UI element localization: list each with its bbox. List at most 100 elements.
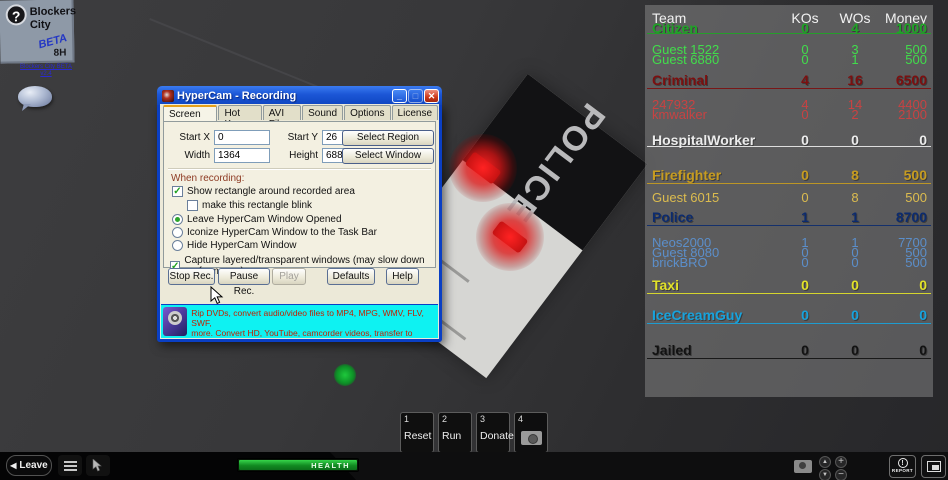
radio-icon xyxy=(172,240,183,251)
kos-cell: 0 xyxy=(788,307,822,323)
team-underline xyxy=(647,146,931,147)
defaults-button[interactable]: Defaults xyxy=(327,268,375,285)
wos-cell: 2 xyxy=(838,107,872,122)
tab-hot-keys[interactable]: Hot Keys xyxy=(218,105,261,120)
video-converter-icon xyxy=(163,307,187,336)
blockers-city-sign: ? Blockers City BETA 8H xyxy=(0,0,75,64)
leave-open-radio[interactable]: Leave HyperCam Window Opened xyxy=(172,214,342,225)
leaderboard-team-row: IceCreamGuy000 xyxy=(645,307,933,321)
hide-window-label: Hide HyperCam Window xyxy=(187,240,296,251)
team-underline xyxy=(647,358,931,359)
wos-cell: 0 xyxy=(838,255,872,270)
help-button[interactable]: Help xyxy=(386,268,419,285)
slot-label: Donate xyxy=(480,430,514,442)
leaderboard-team-row: Police118700 xyxy=(645,209,933,223)
stop-rec-button[interactable]: Stop Rec. xyxy=(168,268,215,285)
health-fill: HEALTH xyxy=(239,460,357,470)
health-bar: HEALTH xyxy=(237,458,359,472)
select-window-button[interactable]: Select Window xyxy=(342,148,434,164)
tab-license[interactable]: License xyxy=(392,105,438,120)
tab-screen-area[interactable]: Screen Area xyxy=(163,105,217,121)
ad-line2: Rip DVDs, convert audio/video files to M… xyxy=(191,308,438,328)
leaderboard-player-row: brickBRO00500 xyxy=(645,255,933,269)
hide-window-radio[interactable]: Hide HyperCam Window xyxy=(172,240,296,251)
name-cell: Guest 6880 xyxy=(652,52,719,67)
sign-subtext-line1: Blockers City BETA xyxy=(20,64,72,70)
camera-up-button[interactable]: ▲ xyxy=(819,456,831,468)
leave-open-label: Leave HyperCam Window Opened xyxy=(187,214,342,225)
blink-checkbox[interactable]: make this rectangle blink xyxy=(187,200,312,211)
divider xyxy=(168,168,431,170)
iconize-radio[interactable]: Iconize HyperCam Window to the Task Bar xyxy=(172,227,377,238)
camera-down-button[interactable]: ▼ xyxy=(819,469,831,480)
wos-cell: 16 xyxy=(838,72,872,88)
cursor-tool-icon xyxy=(92,459,104,472)
start-x-label: Start X xyxy=(168,132,210,143)
tab-sound[interactable]: Sound xyxy=(302,105,343,120)
name-cell: Taxi xyxy=(652,277,679,293)
tools-button[interactable] xyxy=(86,455,110,476)
green-marker xyxy=(334,364,356,386)
leaderboard-team-row: HospitalWorker000 xyxy=(645,132,933,146)
leaderboard-player-row: Guest 688001500 xyxy=(645,52,933,66)
hypercam-app-icon xyxy=(162,90,174,102)
report-button[interactable]: ! REPORT xyxy=(889,455,916,478)
start-x-input[interactable] xyxy=(214,130,270,145)
hypercam-tabs: Screen AreaHot KeysAVI FileSoundOptionsL… xyxy=(163,105,439,121)
team-underline xyxy=(647,183,931,184)
team-underline xyxy=(647,33,931,34)
wos-cell: 8 xyxy=(838,167,872,183)
siren-glow xyxy=(476,203,544,271)
tab-screen-area-panel: Start X Start Y Select Region Width Heig… xyxy=(163,121,436,268)
radio-icon xyxy=(172,227,183,238)
name-cell: Firefighter xyxy=(652,167,721,183)
tab-options[interactable]: Options xyxy=(344,105,390,120)
camera-icon xyxy=(521,431,542,445)
name-cell: Jailed xyxy=(652,342,692,358)
slot-number: 1 xyxy=(404,414,409,424)
leaderboard-team-row: Criminal4166500 xyxy=(645,72,933,86)
when-recording-label: When recording: xyxy=(171,173,244,184)
zoom-in-button[interactable]: + xyxy=(835,456,847,468)
checkbox-unchecked-icon xyxy=(187,200,198,211)
leave-label: Leave xyxy=(19,460,47,471)
ad-mid: - download a xyxy=(311,304,374,307)
hypercam-titlebar[interactable]: HyperCam - Recording _ □ ✕ xyxy=(157,86,442,105)
slot-label: Run xyxy=(442,430,461,442)
hotbar-slot-2[interactable]: 2Run xyxy=(438,412,472,453)
show-rectangle-label: Show rectangle around recorded area xyxy=(187,186,355,197)
chat-bubble-icon xyxy=(18,86,52,107)
name-cell: Criminal xyxy=(652,72,708,88)
kos-cell: 1 xyxy=(788,209,822,225)
kos-cell: 0 xyxy=(788,190,822,205)
pause-rec-button[interactable]: Pause Rec. xyxy=(218,268,270,285)
hotbar-slot-4[interactable]: 4 xyxy=(514,412,548,453)
sign-title-line2: City xyxy=(30,19,51,31)
fullscreen-button[interactable] xyxy=(921,455,946,478)
tab-avi-file[interactable]: AVI File xyxy=(263,105,301,120)
close-icon[interactable]: ✕ xyxy=(424,89,439,103)
list-icon xyxy=(64,461,77,471)
name-cell: kmwalker xyxy=(652,107,707,122)
kos-cell: 0 xyxy=(788,277,822,293)
slot-number: 3 xyxy=(480,414,485,424)
show-rectangle-checkbox[interactable]: ✓ Show rectangle around recorded area xyxy=(172,186,355,197)
select-region-button[interactable]: Select Region xyxy=(342,130,434,146)
maximize-icon[interactable]: □ xyxy=(408,89,423,103)
minimize-icon[interactable]: _ xyxy=(392,89,407,103)
play-button: Play xyxy=(272,268,306,285)
name-cell: Guest 6015 xyxy=(652,190,719,205)
sign-title-line1: Blockers xyxy=(30,5,77,18)
ad-banner[interactable]: Video Converter Ultimate - download a Fr… xyxy=(161,304,438,338)
kos-cell: 0 xyxy=(788,167,822,183)
hotbar-slot-1[interactable]: 1Reset xyxy=(400,412,434,453)
width-input[interactable] xyxy=(214,148,270,163)
zoom-out-button[interactable]: − xyxy=(835,469,847,480)
leave-button[interactable]: ◀ Leave xyxy=(6,455,52,476)
hotbar-slot-3[interactable]: 3Donate xyxy=(476,412,510,453)
ad-text: Video Converter Ultimate - download a Fr… xyxy=(191,304,438,338)
sign-subtext: Blockers City BETA v2.4 xyxy=(0,64,92,78)
screenshot-camera-button[interactable] xyxy=(794,460,812,473)
menu-button[interactable] xyxy=(58,455,82,476)
kos-cell: 0 xyxy=(788,107,822,122)
